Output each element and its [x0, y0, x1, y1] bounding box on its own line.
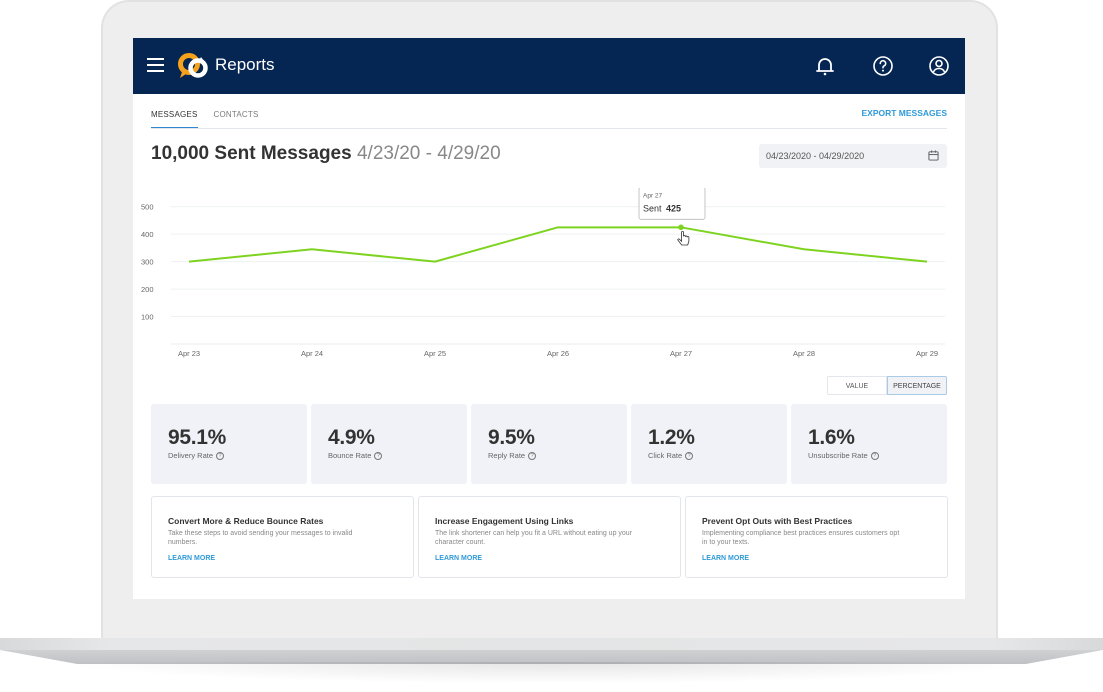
tip-title: Increase Engagement Using Links	[435, 516, 574, 526]
toggle-value[interactable]: VALUE	[827, 376, 887, 395]
stat-value: 1.6%	[808, 426, 855, 449]
y-tick-label: 300	[141, 258, 154, 267]
tab-messages[interactable]: MESSAGES	[151, 110, 198, 129]
date-range-value: 04/23/2020 - 04/29/2020	[766, 151, 865, 161]
tip-card-opt-outs: Prevent Opt Outs with Best Practices Imp…	[685, 496, 948, 578]
help-icon[interactable]: ?	[870, 451, 879, 460]
tip-description: Take these steps to avoid sending your m…	[168, 530, 353, 546]
tip-card-engagement-links: Increase Engagement Using Links The link…	[418, 496, 681, 578]
stat-label: Reply Rate	[488, 451, 526, 460]
pointer-hand-icon	[677, 230, 690, 246]
report-tabs: MESSAGES CONTACTS	[151, 110, 259, 129]
learn-more-link[interactable]: LEARN MORE	[435, 555, 482, 562]
x-tick-label: Apr 27	[670, 349, 692, 358]
laptop-base	[0, 638, 1103, 650]
value-percentage-toggle: VALUE PERCENTAGE	[827, 376, 947, 395]
learn-more-link[interactable]: LEARN MORE	[168, 555, 215, 562]
stat-label: Unsubscribe Rate	[808, 451, 868, 460]
tooltip-series: Sent	[643, 203, 662, 213]
x-tick-label: Apr 28	[793, 349, 815, 358]
x-tick-label: Apr 29	[916, 349, 938, 358]
tip-card-bounce-rates: Convert More & Reduce Bounce Rates Take …	[151, 496, 414, 578]
laptop-shadow	[60, 662, 1043, 684]
stat-label: Click Rate	[648, 451, 683, 460]
help-icon[interactable]: ?	[528, 451, 537, 460]
data-point	[678, 224, 684, 231]
toggle-percentage[interactable]: PERCENTAGE	[887, 376, 947, 395]
tips-row: Convert More & Reduce Bounce Rates Take …	[151, 496, 948, 578]
account-icon[interactable]	[927, 54, 951, 78]
stat-card-bounce-rate: 4.9% Bounce Rate?	[311, 404, 467, 484]
x-tick-label: Apr 24	[301, 349, 323, 358]
x-tick-label: Apr 26	[547, 349, 569, 358]
stat-value: 95.1%	[168, 426, 227, 449]
help-icon[interactable]: ?	[685, 451, 694, 460]
y-tick-label: 200	[141, 285, 154, 294]
help-icon[interactable]: ?	[216, 451, 225, 460]
date-range-label: 4/23/20 - 4/29/20	[356, 143, 501, 164]
x-tick-label: Apr 25	[424, 349, 446, 358]
bell-icon[interactable]	[813, 54, 837, 78]
chart-tooltip: Apr 27 Sent 425	[638, 188, 706, 220]
help-icon[interactable]	[871, 54, 895, 78]
series-line-sent	[188, 226, 928, 263]
sent-messages-line-chart: 100 200 300 400 500 Apr 23 Apr 24 Apr 25 Apr 26…	[141, 188, 945, 358]
tip-description: The link shortener can help you fit a UR…	[435, 530, 633, 546]
page-title: 10,000 Sent Messages 4/23/20 - 4/29/20	[151, 143, 501, 165]
sent-count: 10,000 Sent Messages	[151, 143, 352, 164]
export-messages-link[interactable]: EXPORT MESSAGES	[862, 108, 948, 118]
tip-title: Convert More & Reduce Bounce Rates	[168, 516, 324, 526]
y-tick-label: 100	[141, 313, 154, 322]
app-screen: Reports MESSAGES CONTACTS EXPORT MESSAGE…	[133, 38, 965, 599]
date-range-picker[interactable]: 04/23/2020 - 04/29/2020	[759, 144, 947, 168]
laptop-mockup: Reports MESSAGES CONTACTS EXPORT MESSAGE…	[0, 0, 1103, 692]
app-title: Reports	[215, 55, 275, 74]
stat-label: Bounce Rate	[328, 451, 372, 460]
stats-row: 95.1% Delivery Rate? 4.9% Bounce Rate? 9…	[151, 404, 947, 484]
learn-more-link[interactable]: LEARN MORE	[702, 555, 749, 562]
tab-contacts[interactable]: CONTACTS	[214, 110, 259, 129]
stat-card-delivery-rate: 95.1% Delivery Rate?	[151, 404, 307, 484]
stat-value: 9.5%	[488, 426, 535, 449]
stat-value: 1.2%	[648, 426, 695, 449]
stat-card-unsubscribe-rate: 1.6% Unsubscribe Rate?	[791, 404, 947, 484]
calendar-icon[interactable]	[928, 150, 939, 161]
tooltip-value: 425	[666, 203, 681, 213]
y-tick-label: 400	[141, 230, 154, 239]
tip-title: Prevent Opt Outs with Best Practices	[702, 516, 853, 526]
help-icon[interactable]: ?	[374, 451, 383, 460]
top-nav-bar: Reports	[133, 38, 965, 94]
tip-description: Implementing compliance best practices e…	[702, 530, 900, 546]
stat-card-reply-rate: 9.5% Reply Rate?	[471, 404, 627, 484]
stat-label: Delivery Rate	[168, 451, 214, 460]
x-tick-label: Apr 23	[178, 349, 200, 358]
menu-icon[interactable]	[147, 58, 164, 72]
stat-card-click-rate: 1.2% Click Rate?	[631, 404, 787, 484]
tab-divider	[151, 128, 947, 129]
y-tick-label: 500	[141, 203, 154, 212]
tooltip-date: Apr 27	[643, 192, 663, 199]
stat-value: 4.9%	[328, 426, 375, 449]
app-logo	[178, 53, 208, 78]
